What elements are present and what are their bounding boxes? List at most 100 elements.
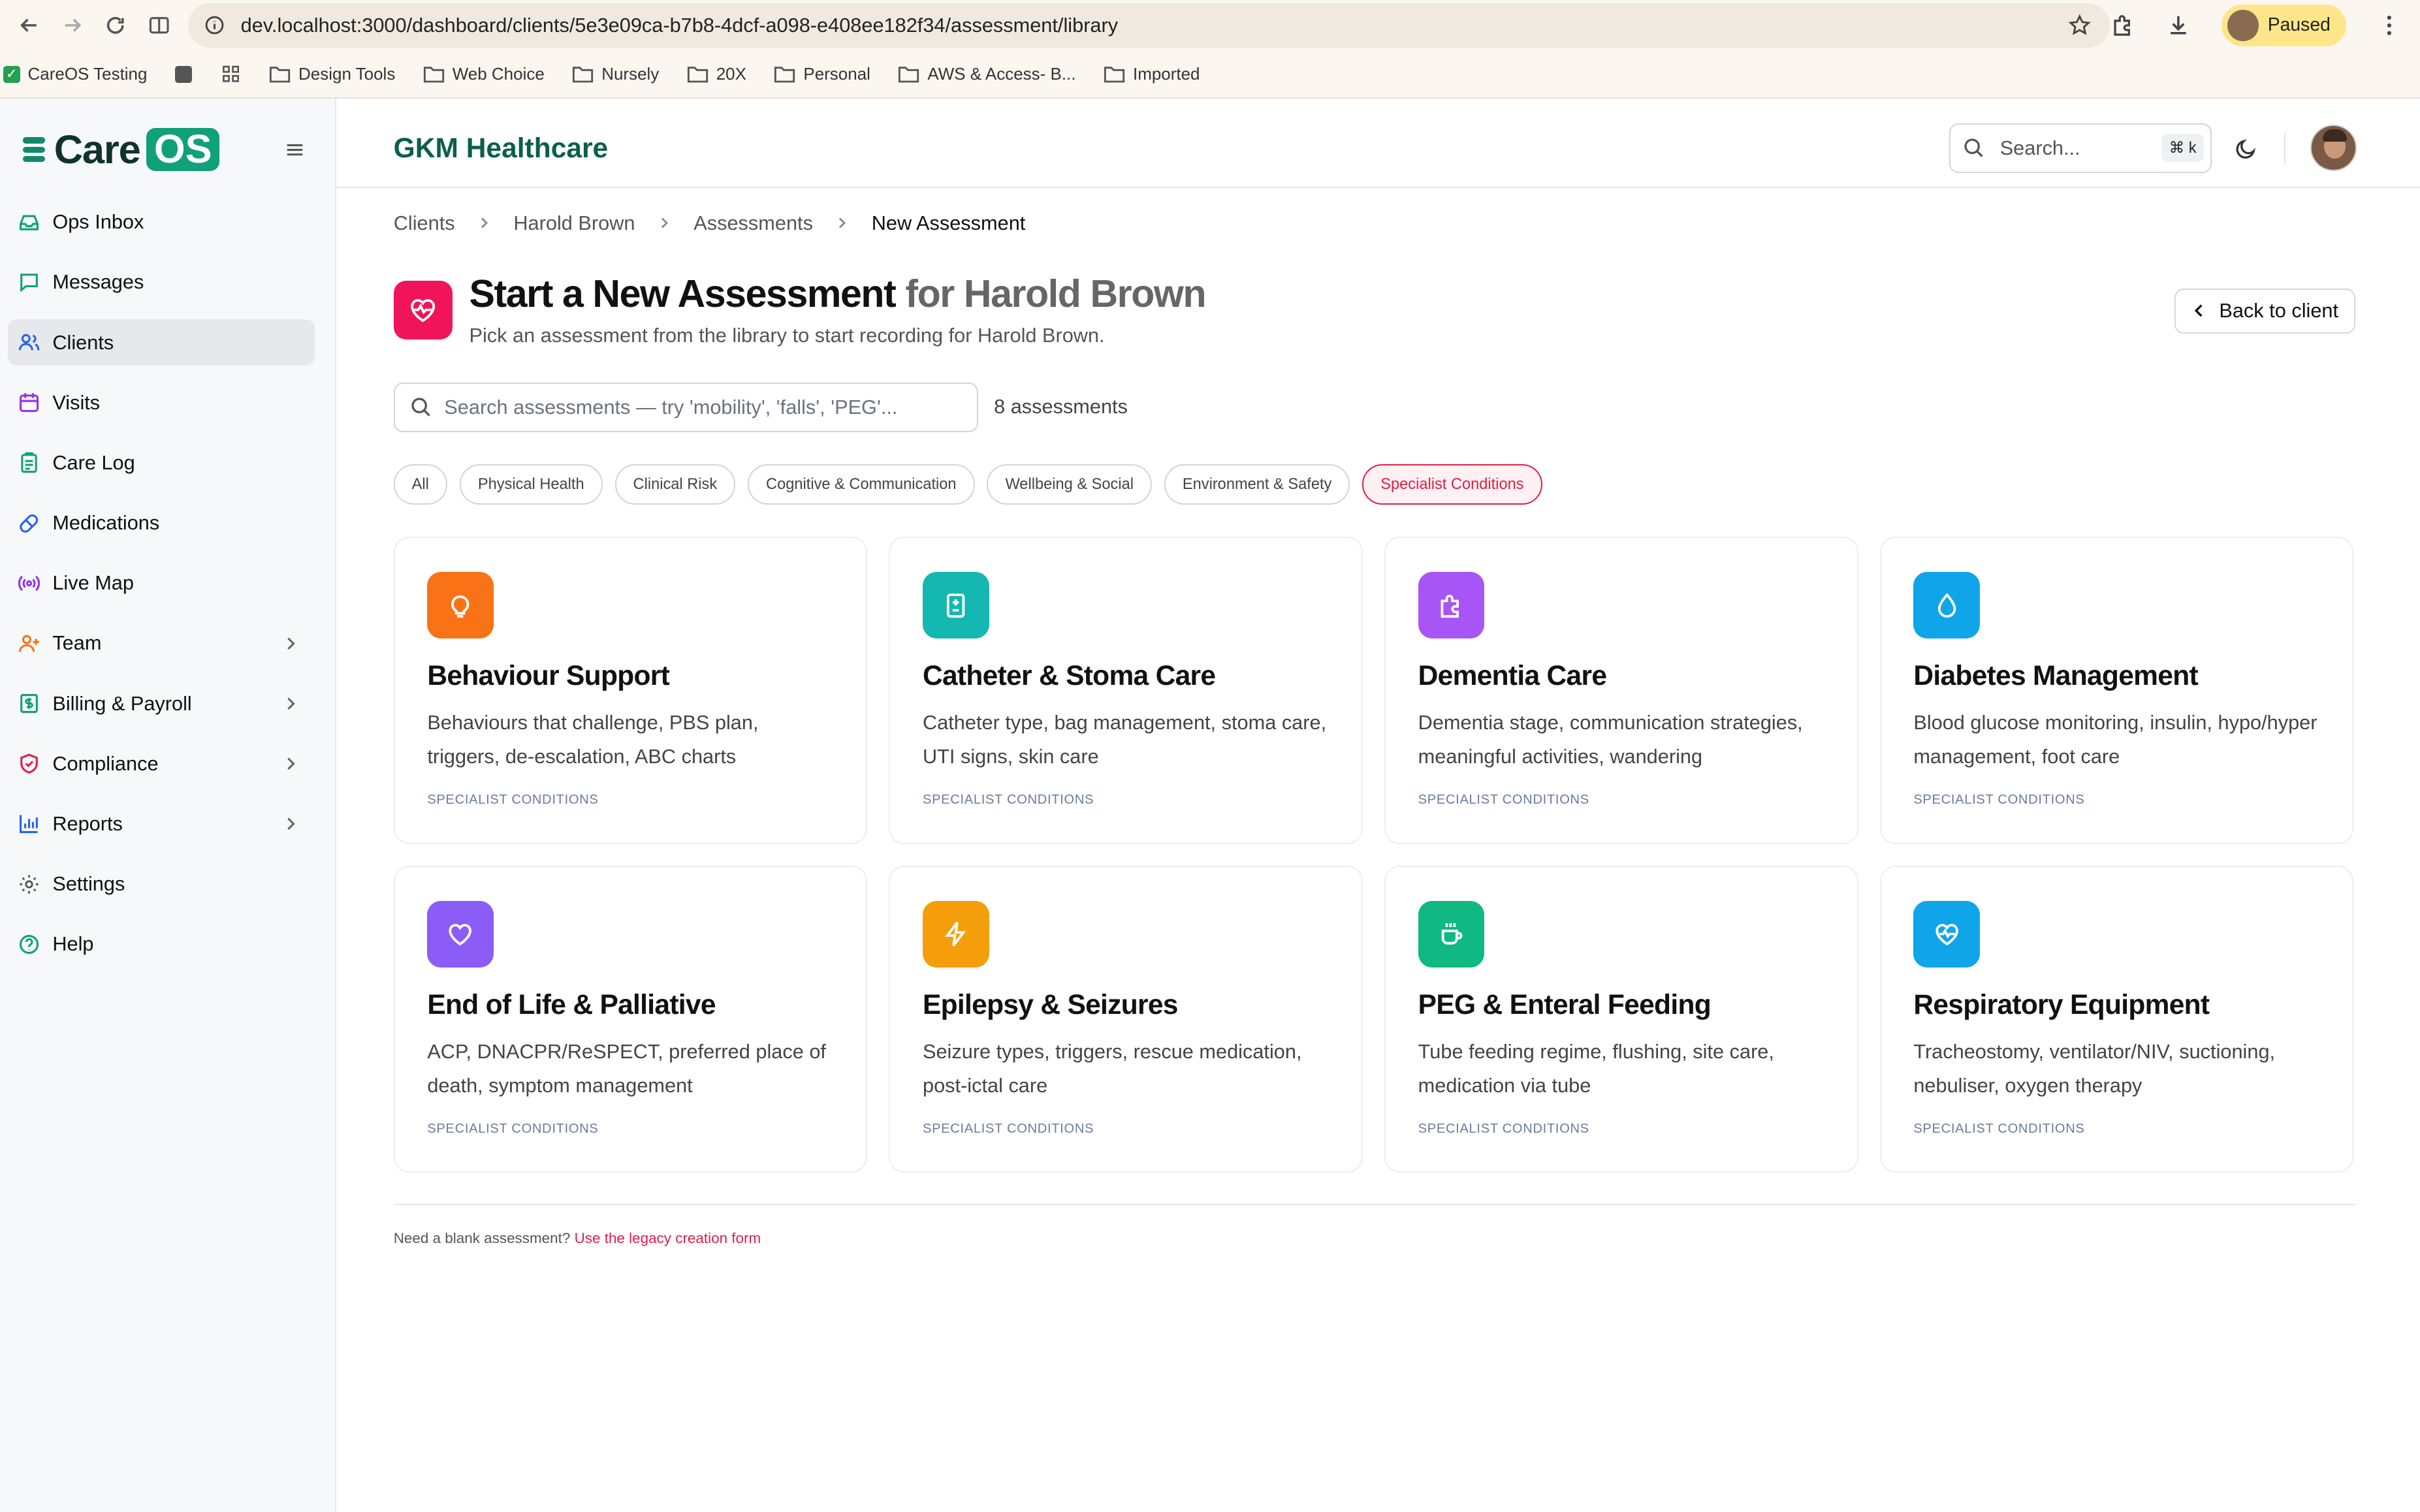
sidebar-item-messages[interactable]: Messages <box>8 259 315 306</box>
droplet-icon <box>1913 572 1980 639</box>
card-title: Respiratory Equipment <box>1913 988 2210 1020</box>
download-icon[interactable] <box>2166 13 2191 38</box>
sidebar-item-billing-payroll[interactable]: Billing & Payroll <box>8 680 315 727</box>
global-search-input[interactable]: Search... ⌘ k <box>1949 123 2212 173</box>
card-category: SPECIALIST CONDITIONS <box>1913 1121 2085 1136</box>
breadcrumb-client[interactable]: Harold Brown <box>513 212 635 235</box>
divider <box>393 1203 2355 1205</box>
breadcrumb-current: New Assessment <box>871 211 1026 234</box>
folder-icon <box>270 67 291 83</box>
browser-toolbar: dev.localhost:3000/dashboard/clients/5e3… <box>0 0 2420 51</box>
filter-wellbeing-social[interactable]: Wellbeing & Social <box>987 464 1152 505</box>
forward-icon[interactable] <box>56 8 89 42</box>
calendar-icon <box>20 393 39 413</box>
heart-pulse-icon <box>1913 900 1980 968</box>
inbox-icon <box>20 215 39 230</box>
assessment-card-catheter-stoma[interactable]: Catheter & Stoma Care Catheter type, bag… <box>889 537 1363 844</box>
card-category: SPECIALIST CONDITIONS <box>922 1121 1094 1136</box>
assessment-search-input[interactable]: Search assessments — try 'mobility', 'fa… <box>393 383 979 432</box>
sidebar-item-care-log[interactable]: Care Log <box>8 440 315 486</box>
card-description: Dementia stage, communication strategies… <box>1418 711 1803 768</box>
reload-icon[interactable] <box>99 8 133 42</box>
bookmark-careos-testing[interactable]: ✓ CareOS Testing <box>3 64 147 84</box>
folder-icon <box>687 67 708 83</box>
help-icon <box>20 934 39 954</box>
assessment-card-behaviour-support[interactable]: Behaviour Support Behaviours that challe… <box>393 537 868 844</box>
bookmark-folder[interactable]: Nursely <box>572 64 659 84</box>
chevron-left-icon <box>2194 304 2203 317</box>
dark-mode-toggle-icon[interactable] <box>2235 137 2257 160</box>
user-avatar[interactable] <box>2310 125 2357 172</box>
browser-menu-icon[interactable] <box>2377 13 2402 38</box>
search-icon <box>1964 138 1983 158</box>
users-icon <box>19 334 40 351</box>
card-description: Seizure types, triggers, rescue medicati… <box>922 1039 1302 1097</box>
hospital-icon <box>922 572 989 639</box>
bookmark-folder[interactable]: 20X <box>687 64 746 84</box>
sidebar-item-visits[interactable]: Visits <box>8 379 315 426</box>
filter-specialist-conditions[interactable]: Specialist Conditions <box>1362 464 1542 505</box>
site-info-icon[interactable] <box>204 14 225 36</box>
lightbulb-icon <box>427 572 494 639</box>
card-category: SPECIALIST CONDITIONS <box>427 793 599 808</box>
user-plus-icon <box>19 635 40 652</box>
assessment-search-placeholder: Search assessments — try 'mobility', 'fa… <box>444 395 898 418</box>
assessment-card-respiratory-equipment[interactable]: Respiratory Equipment Tracheostomy, vent… <box>1879 865 2354 1173</box>
bookmark-folder[interactable]: Imported <box>1104 64 1200 84</box>
card-category: SPECIALIST CONDITIONS <box>1418 793 1589 808</box>
divider <box>2284 133 2286 164</box>
bookmark-star-icon[interactable] <box>2068 14 2091 37</box>
assessment-card-epilepsy-seizures[interactable]: Epilepsy & Seizures Seizure types, trigg… <box>889 865 1363 1173</box>
sidebar-item-reports[interactable]: Reports <box>8 800 315 847</box>
filter-cognitive-communication[interactable]: Cognitive & Communication <box>748 464 975 505</box>
profile-status: Paused <box>2267 14 2331 36</box>
legacy-form-link[interactable]: Use the legacy creation form <box>575 1230 761 1246</box>
bookmark-folder[interactable]: Personal <box>774 64 870 84</box>
card-description: Blood glucose monitoring, insulin, hypo/… <box>1913 711 2317 768</box>
sidebar-item-help[interactable]: Help <box>8 921 315 968</box>
sidebar-item-live-map[interactable]: Live Map <box>8 560 315 606</box>
assessment-card-end-of-life[interactable]: End of Life & Palliative ACP, DNACPR/ReS… <box>393 865 868 1173</box>
breadcrumb-clients[interactable]: Clients <box>394 212 455 235</box>
menu-icon[interactable] <box>284 139 306 161</box>
extensions-icon[interactable] <box>2110 13 2135 38</box>
filter-all[interactable]: All <box>393 464 447 505</box>
careos-logo[interactable]: Care OS <box>23 127 220 173</box>
pill-icon <box>20 514 39 533</box>
assessment-card-diabetes-management[interactable]: Diabetes Management Blood glucose monito… <box>1879 537 2354 844</box>
bookmark-folder[interactable]: Design Tools <box>269 64 395 84</box>
back-icon[interactable] <box>12 8 46 42</box>
folder-icon <box>423 67 444 83</box>
sidebar-item-clients[interactable]: Clients <box>7 319 315 366</box>
profile-button[interactable]: Paused <box>2221 5 2346 46</box>
filter-clinical-risk[interactable]: Clinical Risk <box>614 464 736 505</box>
receipt-icon <box>20 694 39 714</box>
filter-physical-health[interactable]: Physical Health <box>459 464 603 505</box>
card-title: Diabetes Management <box>1913 660 2198 692</box>
filter-environment-safety[interactable]: Environment & Safety <box>1164 464 1350 505</box>
chevron-right-icon <box>287 697 295 710</box>
sidebar-item-compliance[interactable]: Compliance <box>8 740 315 787</box>
folder-icon <box>573 67 594 83</box>
address-bar[interactable]: dev.localhost:3000/dashboard/clients/5e3… <box>188 3 2110 48</box>
apps-grid[interactable] <box>220 65 242 83</box>
back-to-client-button[interactable]: Back to client <box>2174 288 2355 334</box>
bookmark-folder[interactable]: AWS & Access- B... <box>898 64 1076 84</box>
bookmark-square[interactable] <box>175 65 192 83</box>
chevron-right-icon <box>287 637 295 650</box>
breadcrumb-assessments[interactable]: Assessments <box>693 212 813 235</box>
heart-icon <box>427 900 494 968</box>
bookmarks-bar: ✓ CareOS Testing Design Tools Web Choice … <box>0 50 2420 99</box>
global-search-placeholder: Search... <box>1999 136 2080 159</box>
bookmark-folder[interactable]: Web Choice <box>423 64 545 84</box>
split-view-icon[interactable] <box>142 8 176 42</box>
sidebar-item-medications[interactable]: Medications <box>8 500 315 546</box>
sidebar-item-settings[interactable]: Settings <box>8 861 315 907</box>
card-category: SPECIALIST CONDITIONS <box>427 1121 599 1136</box>
assessment-card-peg-enteral-feeding[interactable]: PEG & Enteral Feeding Tube feeding regim… <box>1384 865 1858 1173</box>
chevron-right-icon <box>481 217 488 228</box>
logo-mark-icon <box>23 137 45 163</box>
sidebar-item-ops-inbox[interactable]: Ops Inbox <box>8 199 315 245</box>
sidebar-item-team[interactable]: Team <box>8 620 315 667</box>
assessment-card-dementia-care[interactable]: Dementia Care Dementia stage, communicat… <box>1384 537 1858 844</box>
